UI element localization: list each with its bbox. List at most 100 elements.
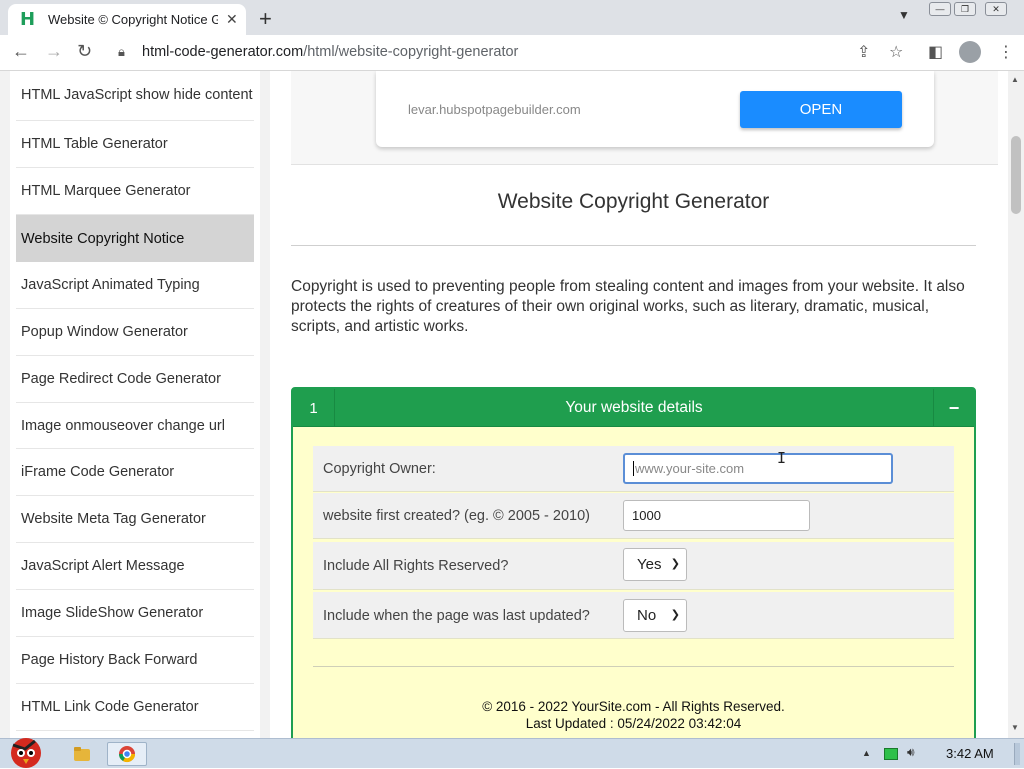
owner-placeholder: www.your-site.com	[635, 461, 745, 476]
sidebar-item-label: Popup Window Generator	[21, 324, 188, 340]
tab-search-chevron-icon[interactable]: ▼	[898, 8, 910, 22]
tab-strip: H Website © Copyright Notice G ✕ + ▼ — ❐…	[0, 0, 1024, 35]
menu-icon[interactable]: ⋮	[998, 42, 1014, 62]
new-tab-icon[interactable]: +	[259, 6, 272, 32]
sidebar-item-slideshow[interactable]: Image SlideShow Generator	[16, 590, 254, 637]
browser-toolbar: ← → ↻ 🔒︎ html-code-generator.com/html/we…	[0, 35, 1024, 71]
url-path: /html/website-copyright-generator	[303, 44, 519, 60]
restore-window-icon[interactable]: ❐	[954, 2, 976, 16]
sidebar-item-label: Page Redirect Code Generator	[21, 371, 221, 387]
url-host: html-code-generator.com	[142, 44, 304, 60]
ad-card[interactable]: levar.hubspotpagebuilder.com OPEN	[376, 71, 934, 147]
panel-divider	[313, 666, 954, 667]
copyright-preview-line2: Last Updated : 05/24/2022 03:42:04	[525, 716, 742, 731]
chrome-icon	[118, 746, 136, 763]
taskbar-clock[interactable]: 3:42 AM	[946, 746, 994, 761]
sidebar-item-animated-typing[interactable]: JavaScript Animated Typing	[16, 262, 254, 309]
sidebar-item-alert-message[interactable]: JavaScript Alert Message	[16, 543, 254, 590]
tab-close-icon[interactable]: ✕	[226, 11, 238, 28]
share-icon[interactable]: ⇪	[857, 42, 870, 62]
tab-title: Website © Copyright Notice G	[48, 12, 218, 27]
sidebar-column: HTML JavaScript show hide content HTML T…	[0, 71, 270, 738]
folder-icon	[74, 747, 90, 761]
page-title: Website Copyright Generator	[497, 190, 770, 213]
sidebar-item-popup-window[interactable]: Popup Window Generator	[16, 309, 254, 356]
chevron-down-icon: ❯	[670, 609, 680, 621]
panel-header[interactable]: 1 Your website details −	[293, 389, 974, 427]
collapse-icon[interactable]: −	[933, 389, 974, 427]
sidebar-nav: HTML JavaScript show hide content HTML T…	[10, 71, 260, 738]
created-label: website first created? (eg. © 2005 - 201…	[323, 508, 590, 524]
start-button-icon[interactable]	[5, 731, 47, 769]
minimize-window-icon[interactable]: —	[929, 2, 951, 16]
sidebar-item-page-redirect[interactable]: Page Redirect Code Generator	[16, 356, 254, 403]
taskbar: ▲ 🔊︎ 3:42 AM	[0, 738, 1024, 768]
sidebar-item-show-hide-content[interactable]: HTML JavaScript show hide content	[16, 71, 254, 121]
rights-label: Include All Rights Reserved?	[323, 558, 509, 574]
website-details-panel: 1 Your website details − Copyright Owner…	[291, 387, 976, 738]
sidebar-item-label: Website Copyright Notice	[21, 230, 185, 247]
explorer-taskbar-icon[interactable]	[62, 742, 102, 766]
mouse-cursor-icon: I	[777, 449, 787, 467]
rights-reserved-select[interactable]: Yes ❯	[623, 548, 687, 581]
sidebar-item-link-code[interactable]: HTML Link Code Generator	[16, 684, 254, 731]
ad-banner: levar.hubspotpagebuilder.com OPEN	[291, 71, 998, 165]
reload-icon[interactable]: ↻	[77, 41, 92, 62]
copyright-preview-line1: © 2016 - 2022 YourSite.com - All Rights …	[482, 699, 785, 714]
updated-selected-value: No	[637, 607, 657, 624]
rights-selected-value: Yes	[637, 556, 662, 573]
sidebar-item-label: Website Meta Tag Generator	[21, 511, 206, 527]
created-year-input[interactable]: 1000	[623, 500, 810, 531]
chrome-taskbar-icon[interactable]	[107, 742, 147, 766]
site-favicon-icon: H	[20, 8, 36, 30]
chevron-down-icon: ❯	[670, 558, 680, 570]
rights-row: Include All Rights Reserved? Yes ❯	[313, 542, 954, 590]
show-desktop-button[interactable]	[1014, 743, 1020, 765]
owner-row: Copyright Owner: www.your-site.com	[313, 446, 954, 492]
sidebar-item-label: Image SlideShow Generator	[21, 605, 204, 621]
sidebar-item-label: HTML JavaScript show hide content	[21, 87, 253, 103]
sidebar-item-table-generator[interactable]: HTML Table Generator	[16, 121, 254, 168]
panel-title: Your website details	[565, 399, 703, 416]
panel-step-number: 1	[293, 389, 335, 427]
sidebar-item-label: iFrame Code Generator	[21, 464, 175, 480]
updated-row: Include when the page was last updated? …	[313, 592, 954, 639]
forward-icon[interactable]: →	[45, 41, 63, 62]
back-icon[interactable]: ←	[12, 41, 30, 62]
browser-tab[interactable]: H Website © Copyright Notice G ✕	[8, 4, 246, 35]
copyright-owner-input[interactable]: www.your-site.com	[623, 453, 893, 484]
sidepanel-icon[interactable]: ◧	[928, 42, 943, 62]
ad-open-button[interactable]: OPEN	[740, 91, 902, 128]
sidebar-item-image-onmouseover[interactable]: Image onmouseover change url	[16, 403, 254, 449]
lock-icon[interactable]: 🔒︎	[118, 44, 125, 60]
volume-icon[interactable]: 🔊︎	[907, 745, 915, 760]
sidebar-item-label: Image onmouseover change url	[21, 417, 225, 434]
sidebar-item-label: HTML Link Code Generator	[21, 699, 199, 715]
tray-expand-icon[interactable]: ▲	[862, 748, 871, 758]
close-window-icon[interactable]: ✕	[985, 2, 1007, 16]
text-caret	[633, 461, 634, 476]
owner-label: Copyright Owner:	[323, 461, 436, 477]
sidebar-item-marquee-generator[interactable]: HTML Marquee Generator	[16, 168, 254, 215]
address-bar[interactable]: html-code-generator.com/html/website-cop…	[142, 44, 518, 60]
created-row: website first created? (eg. © 2005 - 201…	[313, 493, 954, 539]
star-icon[interactable]: ☆	[889, 42, 903, 62]
sidebar-item-label: JavaScript Animated Typing	[21, 277, 200, 293]
main-content: levar.hubspotpagebuilder.com OPEN Websit…	[270, 71, 1008, 738]
sidebar-item-iframe-generator[interactable]: iFrame Code Generator	[16, 449, 254, 496]
scroll-down-icon[interactable]: ▼	[1011, 723, 1019, 732]
vertical-scrollbar[interactable]: ▲ ▼	[1008, 71, 1024, 738]
sidebar-item-copyright-notice[interactable]: Website Copyright Notice	[16, 215, 254, 262]
scroll-up-icon[interactable]: ▲	[1011, 75, 1019, 84]
sidebar-item-label: Page History Back Forward	[21, 652, 198, 668]
profile-icon[interactable]	[959, 41, 981, 63]
ad-domain: levar.hubspotpagebuilder.com	[408, 102, 581, 117]
sidebar-item-meta-tag[interactable]: Website Meta Tag Generator	[16, 496, 254, 543]
scrollbar-thumb[interactable]	[1011, 136, 1021, 214]
last-updated-select[interactable]: No ❯	[623, 599, 687, 632]
title-divider	[291, 245, 976, 246]
sidebar-item-history-back-forward[interactable]: Page History Back Forward	[16, 637, 254, 684]
sidebar-item-label: HTML Marquee Generator	[21, 183, 191, 199]
intro-text: Copyright is used to preventing people f…	[291, 278, 965, 335]
network-icon[interactable]	[884, 748, 898, 760]
